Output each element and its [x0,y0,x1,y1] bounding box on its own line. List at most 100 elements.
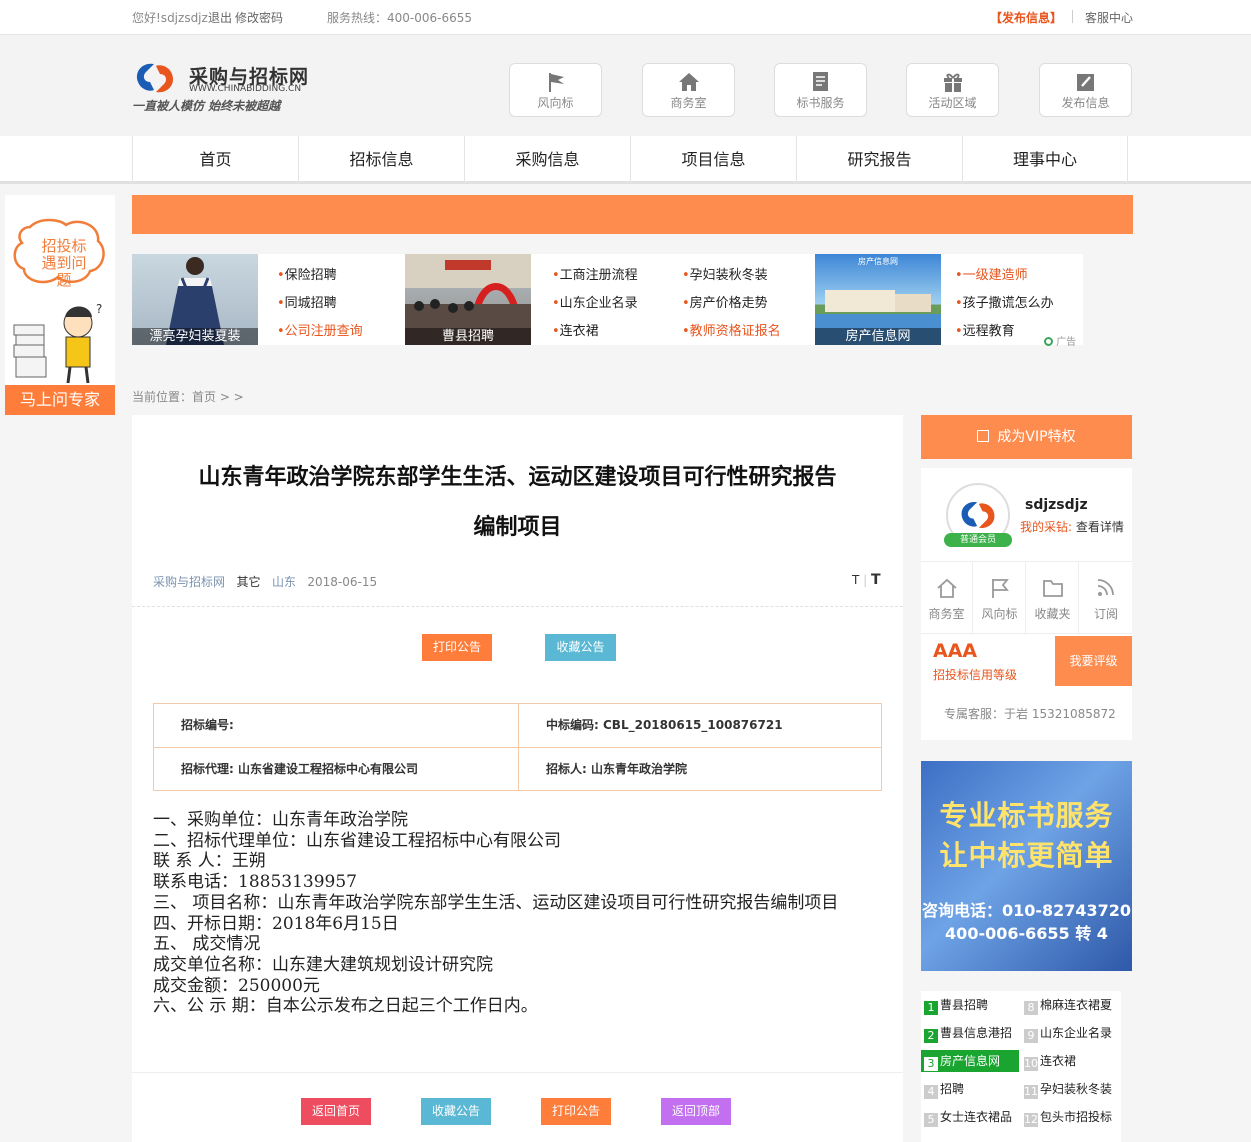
favorite-notice-button[interactable]: 收藏公告 [545,634,616,661]
real-estate-logo-text: 房产信息网 [858,257,898,266]
back-top-button[interactable]: 返回顶部 [661,1098,731,1125]
article-meta: 采购与招标网 其它 山东 2018-06-15 [153,573,377,590]
logo-slogan: 一直被人模仿 始终未被超越 [132,99,281,113]
change-password-link[interactable]: 修改密码 [235,9,283,26]
ad-link[interactable]: •孕妇装秋冬装 [682,264,768,283]
user-card: 普通会员 sdjzsdjz 我的采钻: 查看详情 商务室 风向标 收藏夹 订阅 … [921,468,1132,740]
ad-image-caption: 房产信息网 [815,328,941,345]
rank-item[interactable]: 9 山东企业名录 [1021,1022,1119,1044]
rank-item[interactable]: 3 房产信息网 [921,1050,1019,1072]
nav-item-procurement-info[interactable]: 采购信息 [464,136,630,183]
header-button-home[interactable]: 商务室 [642,63,735,117]
ad-phone: 400-006-6655 转 4 [945,924,1108,943]
gift-icon [943,73,962,92]
ad-link[interactable]: •公司注册查询 [277,320,363,339]
nav-item-tender-info[interactable]: 招标信息 [298,136,464,183]
article-line: 联 系 人：王朔 [153,851,266,872]
hotline-text: 服务热线：400-006-6655 [327,11,473,25]
ad-strip: 漂亮孕妇装夏装 •保险招聘 •同城招聘 •公司注册查询 曹县招聘 •工商注册流程… [132,254,1083,348]
main-nav: 首页 招标信息 采购信息 项目信息 研究报告 理事中心 [0,136,1251,184]
ad-label[interactable]: 广告 [1044,333,1076,348]
top-bar: 您好!sdjzsdjz 退出 修改密码 服务热线：400-006-6655 【发… [0,0,1251,35]
vip-button[interactable]: 成为VIP特权 [921,415,1132,459]
ad-link[interactable]: •保险招聘 [277,264,337,283]
nav-item-research-report[interactable]: 研究报告 [796,136,962,183]
ad-image-maternity[interactable]: 漂亮孕妇装夏装 [132,254,258,345]
quick-link-office[interactable]: 商务室 [921,562,973,635]
rank-item[interactable]: 2 曹县信息港招 [921,1022,1019,1044]
ad-link[interactable]: •远程教育 [955,320,1015,339]
ad-image-real-estate[interactable]: 房产信息网 房产信息网 [815,254,941,345]
header-button-gift[interactable]: 活动区域 [906,63,999,117]
ad-link[interactable]: •孩子撒谎怎么办 [955,292,1054,311]
ad-link[interactable]: •教师资格证报名 [682,320,781,339]
category-text: 其它 [236,575,261,589]
ad-image-cao-county[interactable]: 曹县招聘 [405,254,531,345]
logout-link[interactable]: 退出 [208,9,232,26]
view-details-link[interactable]: 查看详情 [1076,520,1124,534]
tender-info-table: 招标编号: 中标编码: CBL_20180615_100876721 招标代理:… [153,703,882,791]
service-center-link[interactable]: 客服中心 [1085,9,1133,26]
thinking-person-icon: ? [13,302,102,384]
ad-choice-icon [1044,337,1053,346]
bid-service-ad[interactable]: 专业标书服务 让中标更简单 咨询电话：010-82743720 400-006-… [921,761,1132,971]
header-button-edit[interactable]: 发布信息 [1039,63,1132,117]
promo-banner[interactable] [132,195,1133,234]
username: sdjzsdjz [1025,497,1088,513]
article-line: 三、 项目名称：山东青年政治学院东部学生生活、运动区建设项目可行性研究报告编制项… [153,892,839,913]
ask-expert-button[interactable]: 马上问专家 [5,385,115,415]
bottom-print-button[interactable]: 打印公告 [541,1098,611,1125]
rate-me-button[interactable]: 我要评级 [1055,636,1132,686]
rank-item[interactable]: 1 曹县招聘 [921,994,1019,1016]
nav-item-home[interactable]: 首页 [132,136,298,183]
header-button-label: 标书服务 [796,96,845,110]
rank-item[interactable]: 12 包头市招投标 [1021,1106,1119,1128]
logo-mark-icon [136,63,174,93]
article-panel: 山东青年政治学院东部学生生活、运动区建设项目可行性研究报告 编制项目 采购与招标… [132,415,903,1142]
font-large-button[interactable]: T [871,572,881,588]
bottom-favorite-button[interactable]: 收藏公告 [421,1098,491,1125]
ad-link[interactable]: •山东企业名录 [552,292,638,311]
nav-item-project-info[interactable]: 项目信息 [630,136,796,183]
site-header: 采购与招标网 WWW.CHINABIDDING.CN 一直被人模仿 始终未被超越… [0,35,1251,136]
flag-icon [991,579,1009,598]
quick-link-subscribe[interactable]: 订阅 [1080,562,1132,635]
topbar-divider [1072,10,1073,23]
home-icon [678,73,699,91]
source-link[interactable]: 采购与招标网 [153,575,225,589]
header-button-document[interactable]: 标书服务 [774,63,867,117]
article-line: 六、公 示 期：自本公示发布之日起三个工作日内。 [153,996,538,1017]
rank-item[interactable]: 8 棉麻连衣裙夏 [1021,994,1119,1016]
back-home-button[interactable]: 返回首页 [301,1098,371,1125]
article-line: 成交单位名称：山东建大建筑规划设计研究院 [153,954,493,975]
rank-item[interactable]: 11 孕妇装秋冬装 [1021,1078,1119,1100]
ad-phone: 咨询电话：010-82743720 [921,901,1132,920]
article-line: 一、采购单位：山东青年政治学院 [153,810,408,830]
ad-link[interactable]: •一级建造师 [955,264,1028,283]
region-link[interactable]: 山东 [272,575,296,589]
quick-links: 商务室 风向标 收藏夹 订阅 [921,561,1132,635]
rank-item[interactable]: 4 招聘 [921,1078,1019,1100]
credit-grade: AAA 招投标信用等级 我要评级 [921,636,1132,686]
credit-grade-value: AAA [933,640,978,662]
ad-link[interactable]: •房产价格走势 [682,292,768,311]
rank-item[interactable]: 10 连衣裙 [1021,1050,1119,1072]
avatar[interactable]: 普通会员 [944,483,1012,547]
rank-item[interactable]: 5 女士连衣裙品 [921,1106,1019,1128]
header-button-flag[interactable]: 风向标 [509,63,602,117]
ask-expert-bubble-text: 招投标遇到问题 [41,237,87,289]
hot-ranking: 1 曹县招聘 2 曹县信息港招 3 房产信息网 4 招聘 5 女士连衣裙品 8 棉麻连衣裙夏… [921,991,1121,1142]
nav-item-council-center[interactable]: 理事中心 [962,136,1128,183]
ad-link[interactable]: •工商注册流程 [552,264,638,283]
font-small-button[interactable]: T [852,573,859,587]
bottom-divider [132,1072,903,1073]
ad-link[interactable]: •同城招聘 [277,292,337,311]
ask-expert-widget[interactable]: 招投标遇到问题 ? 马上问专家 [5,195,115,415]
site-logo[interactable]: 采购与招标网 WWW.CHINABIDDING.CN 一直被人模仿 始终未被超越 [132,60,322,120]
print-notice-button[interactable]: 打印公告 [422,634,492,661]
ad-link[interactable]: •连衣裙 [552,320,599,339]
quick-link-favorites[interactable]: 收藏夹 [1027,562,1079,635]
quick-link-flag[interactable]: 风向标 [974,562,1026,635]
post-info-link[interactable]: 【发布信息】 [990,9,1062,26]
ad-image-caption: 漂亮孕妇装夏装 [132,328,258,345]
